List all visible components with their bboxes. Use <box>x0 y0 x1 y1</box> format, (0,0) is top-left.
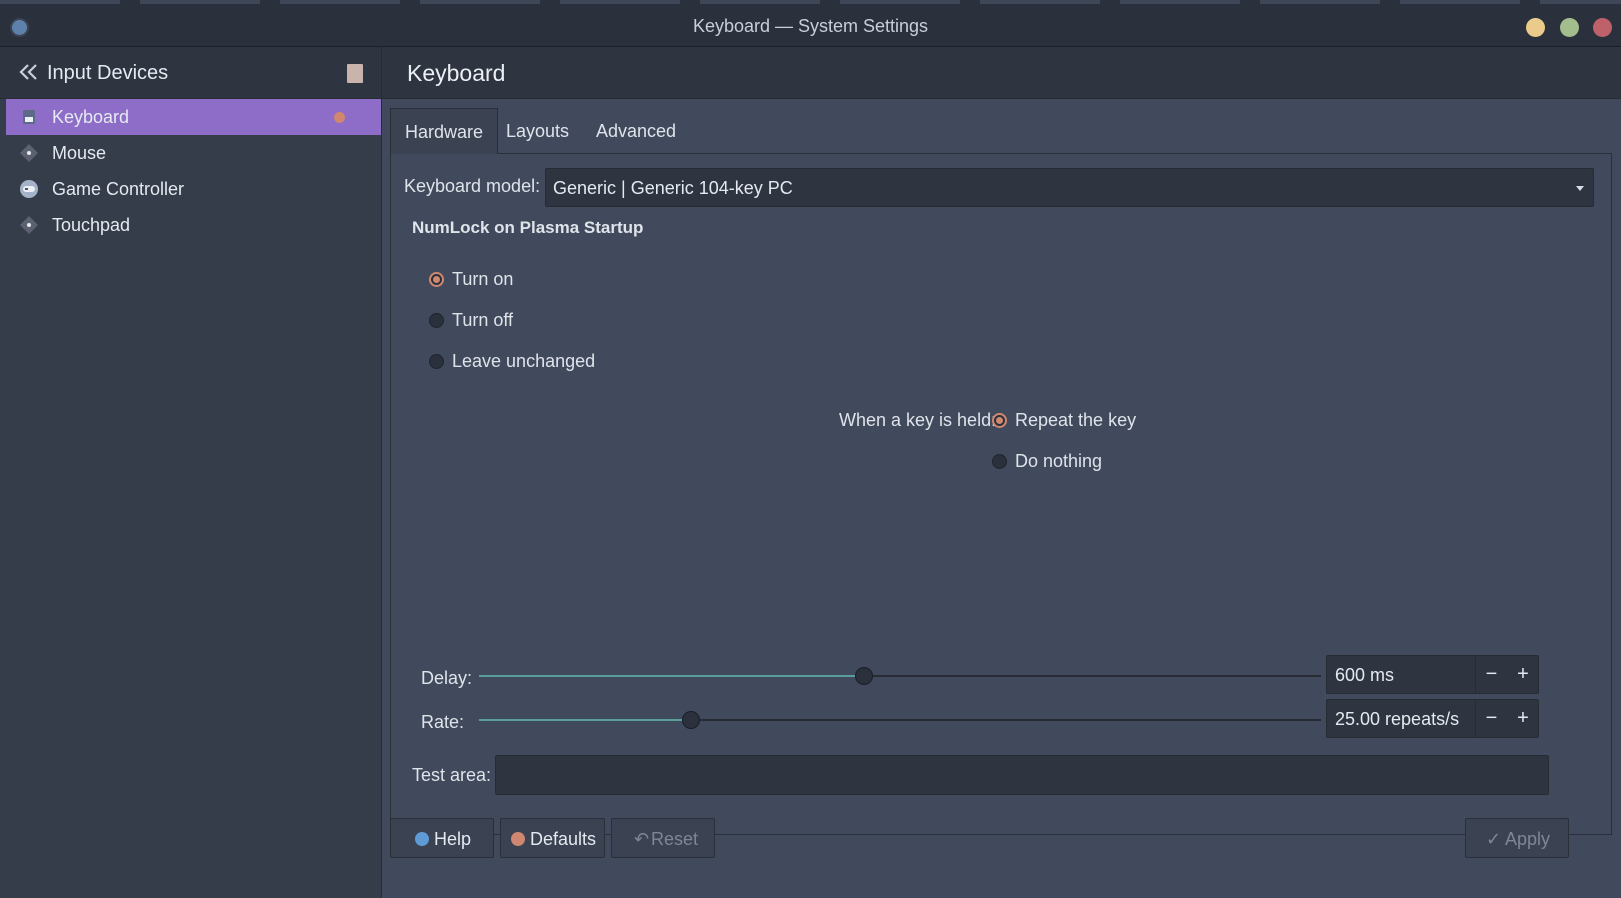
delay-slider[interactable] <box>479 667 1321 685</box>
tab-advanced[interactable]: Advanced <box>582 108 690 154</box>
rate-decrement-button[interactable]: − <box>1475 700 1507 737</box>
main-content: Keyboard Keyboard model: Generic | Gener… <box>382 47 1621 898</box>
delay-increment-button[interactable]: + <box>1507 656 1539 693</box>
rate-slider-fill <box>479 719 691 721</box>
apply-button-label: Apply <box>1505 829 1551 849</box>
minimize-button[interactable] <box>1526 18 1545 37</box>
help-button-label: Help <box>434 829 472 849</box>
delay-value: 600 ms <box>1335 665 1395 685</box>
changed-indicator-dot <box>334 112 345 123</box>
defaults-button-label: Defaults <box>530 829 597 849</box>
rate-slider-handle[interactable] <box>682 711 700 729</box>
mouse-icon <box>20 144 38 162</box>
top-panel-strip <box>0 0 1621 4</box>
help-button[interactable]: Help <box>390 818 494 858</box>
close-button[interactable] <box>1593 18 1612 37</box>
numlock-heading: NumLock on Plasma Startup <box>412 218 644 237</box>
maximize-button[interactable] <box>1560 18 1579 37</box>
touchpad-icon <box>20 216 38 234</box>
keyboard-icon <box>23 110 35 124</box>
key-held-label: When a key is held: <box>839 410 997 430</box>
delay-decrement-button[interactable]: − <box>1475 656 1507 693</box>
sidebar-menu-icon[interactable] <box>347 64 363 83</box>
radio-label: Leave unchanged <box>452 351 596 371</box>
keyboard-model-label: Keyboard model: <box>404 176 541 196</box>
tab-layouts[interactable]: Layouts <box>492 108 583 154</box>
radio-label: Repeat the key <box>1015 410 1137 430</box>
back-chevrons-icon[interactable] <box>18 62 40 82</box>
keyboard-model-dropdown[interactable]: Generic | Generic 104-key PC <box>545 168 1594 207</box>
defaults-button[interactable]: Defaults <box>500 818 605 858</box>
sidebar-item-label: Touchpad <box>52 215 131 235</box>
defaults-icon <box>511 832 525 846</box>
radio-button[interactable] <box>429 313 444 328</box>
test-area-label: Test area: <box>412 765 492 785</box>
radio-label: Turn on <box>452 269 514 289</box>
delay-slider-handle[interactable] <box>855 667 873 685</box>
keyboard-model-value: Generic | Generic 104-key PC <box>553 178 793 198</box>
sidebar-item-label: Mouse <box>52 143 107 163</box>
sidebar-item-keyboard[interactable]: Keyboard <box>6 99 381 135</box>
radio-button[interactable] <box>429 272 444 287</box>
radio-label: Do nothing <box>1015 451 1103 471</box>
radio-button[interactable] <box>992 413 1007 428</box>
rate-slider[interactable] <box>479 711 1321 729</box>
chevron-down-icon <box>1576 186 1584 191</box>
page-title: Keyboard <box>407 60 506 86</box>
sidebar-header: Input Devices <box>0 47 381 99</box>
rate-increment-button[interactable]: + <box>1507 700 1539 737</box>
sidebar: Input Devices Keyboard Mouse Game Contro… <box>0 47 382 898</box>
reset-button[interactable]: ↶ Reset <box>611 818 715 858</box>
delay-spinbox[interactable]: 600 ms − + <box>1326 655 1539 694</box>
rate-spinbox[interactable]: 25.00 repeats/s − + <box>1326 699 1539 738</box>
window-titlebar: Keyboard — System Settings <box>0 0 1621 47</box>
rate-value: 25.00 repeats/s <box>1335 709 1460 729</box>
test-area-input[interactable] <box>495 755 1549 795</box>
checkmark-icon: ✓ <box>1486 829 1502 849</box>
sidebar-title: Input Devices <box>47 62 169 84</box>
sidebar-item-mouse[interactable]: Mouse <box>6 135 381 171</box>
tab-hardware[interactable]: Hardware <box>390 108 499 154</box>
delay-slider-fill <box>479 675 864 677</box>
rate-label: Rate: <box>421 712 465 732</box>
sidebar-item-game-controller[interactable]: Game Controller <box>6 171 381 207</box>
reset-button-label: Reset <box>651 829 699 849</box>
delay-label: Delay: <box>421 668 473 688</box>
reset-icon: ↶ <box>634 829 650 849</box>
game-controller-icon <box>20 180 38 198</box>
sidebar-item-touchpad[interactable]: Touchpad <box>6 207 381 243</box>
hardware-tab-panel: Keyboard model: Generic | Generic 104-ke… <box>390 153 1612 835</box>
radio-label: Turn off <box>452 310 514 330</box>
apply-button[interactable]: ✓ Apply <box>1465 818 1569 858</box>
radio-button[interactable] <box>992 454 1007 469</box>
radio-button[interactable] <box>429 354 444 369</box>
window-title: Keyboard — System Settings <box>692 16 929 36</box>
sidebar-item-label: Keyboard <box>52 107 130 127</box>
page-header: Keyboard <box>382 47 1621 99</box>
help-icon <box>415 832 429 846</box>
sidebar-item-label: Game Controller <box>52 179 185 199</box>
